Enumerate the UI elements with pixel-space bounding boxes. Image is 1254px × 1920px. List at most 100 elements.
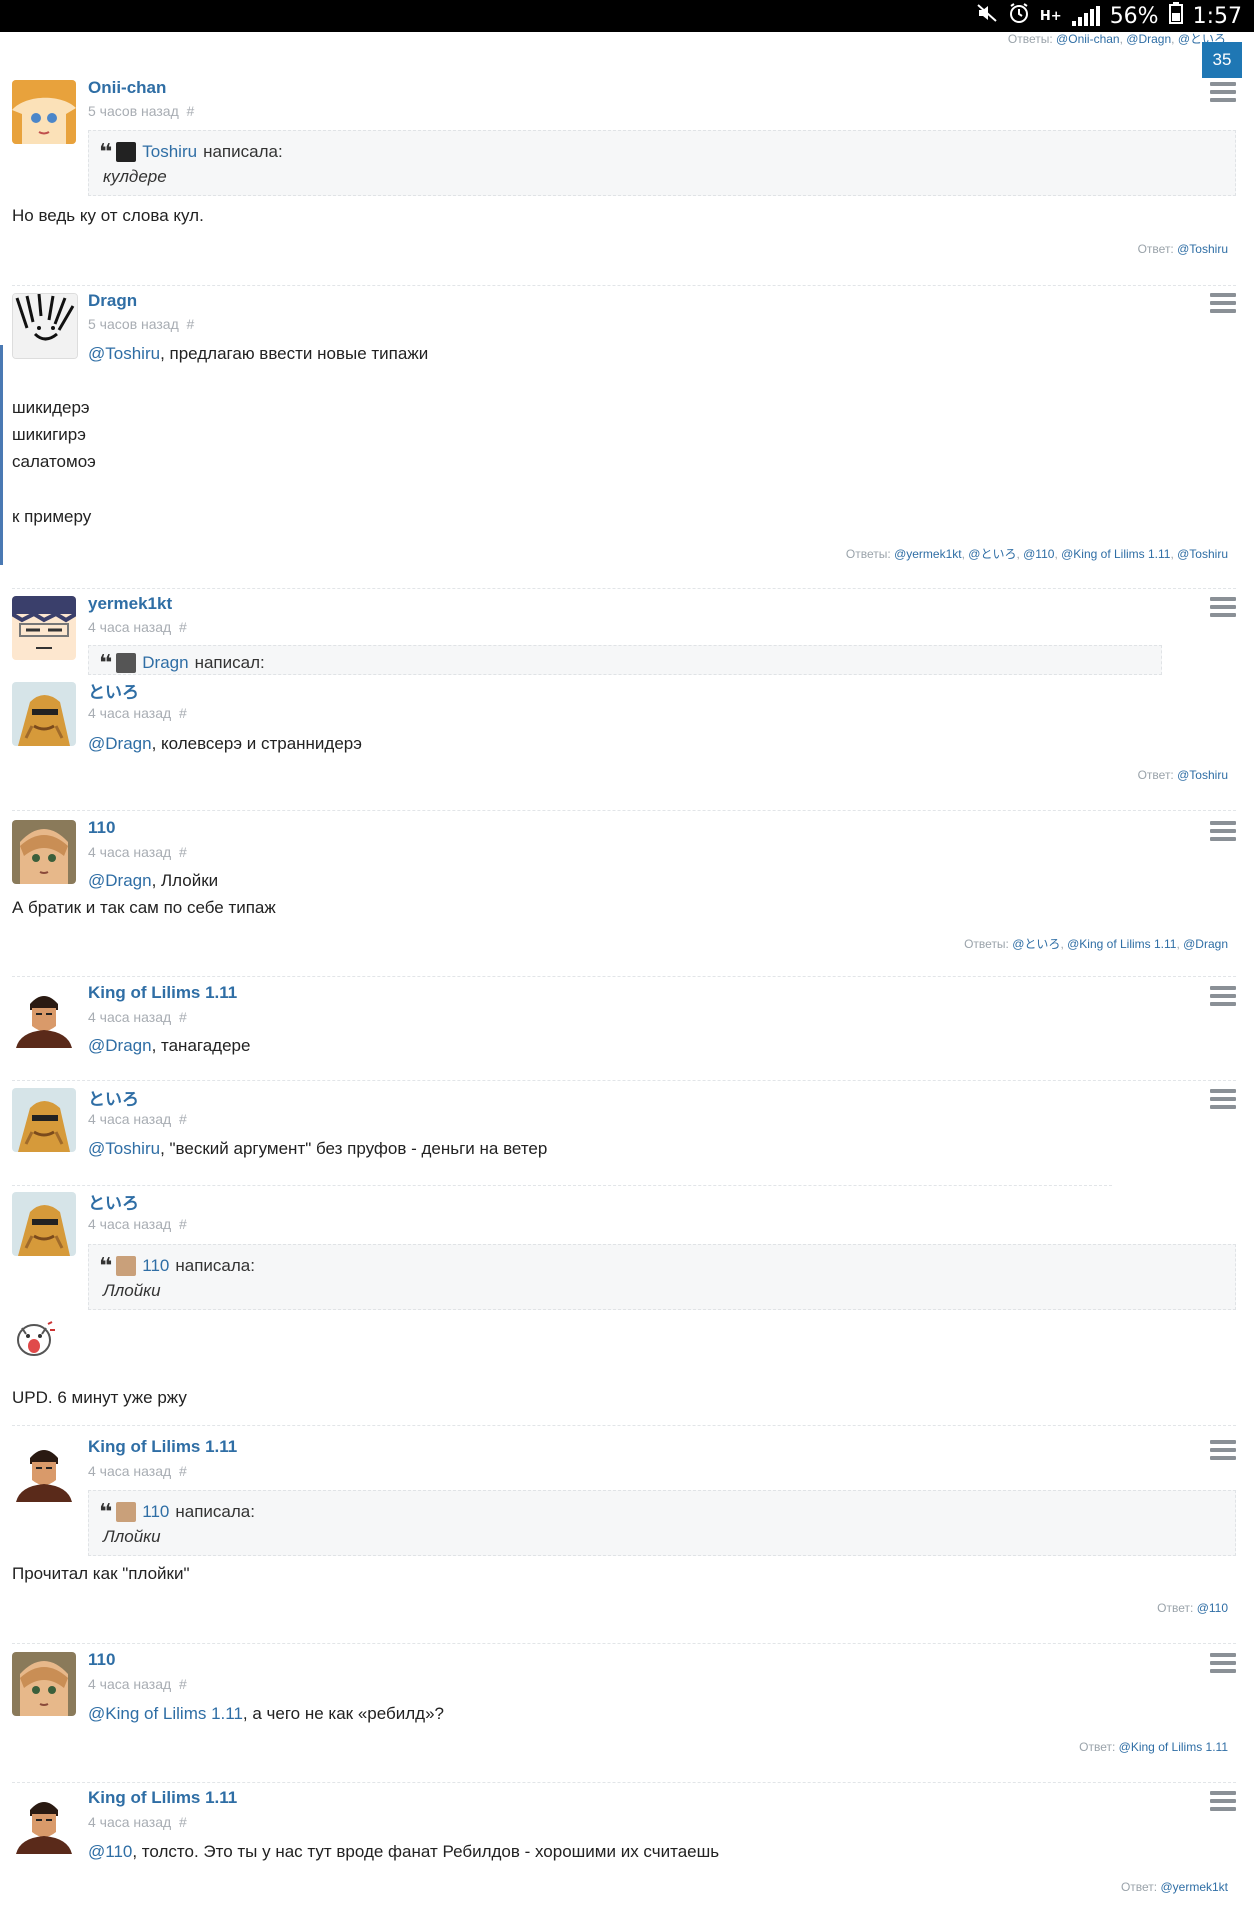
avatar[interactable]	[12, 80, 76, 144]
comment-line: к примеру	[12, 507, 92, 526]
author-name[interactable]: Onii-chan	[88, 78, 166, 98]
post-menu-icon[interactable]	[1210, 1089, 1236, 1109]
post-menu-icon[interactable]	[1210, 1653, 1236, 1673]
quote-author[interactable]: 110	[142, 1502, 169, 1522]
reply-link[interactable]: @Onii-chan	[1056, 32, 1120, 46]
page-badge[interactable]: 35	[1202, 42, 1242, 78]
quote-icon: ❛❛	[99, 139, 112, 164]
reply-link[interactable]: @110	[1023, 547, 1054, 561]
permalink[interactable]: #	[179, 844, 187, 860]
author-name[interactable]: King of Lilims 1.11	[88, 983, 237, 1003]
comment-text: @Dragn, Ллойки	[88, 871, 219, 890]
mention-link[interactable]: @King of Lilims 1.11	[88, 1704, 243, 1723]
comment-line: салатомоэ	[12, 452, 96, 471]
mention-link[interactable]: @110	[88, 1842, 132, 1861]
post-menu-icon[interactable]	[1210, 82, 1236, 102]
post-time: 4 часа назад #	[88, 1676, 187, 1692]
post-time: 4 часа назад #	[88, 1111, 187, 1127]
post-menu-icon[interactable]	[1210, 1440, 1236, 1460]
comment-text: @Dragn, танагадере	[88, 1036, 251, 1055]
mention-link[interactable]: @Dragn	[88, 871, 152, 890]
permalink[interactable]: #	[179, 1463, 187, 1479]
reply-line: Ответ: @Toshiru	[1137, 768, 1228, 782]
reply-link[interactable]: @Toshiru	[1177, 547, 1228, 561]
avatar[interactable]	[12, 984, 76, 1048]
avatar[interactable]	[12, 1088, 76, 1152]
mute-icon	[976, 3, 998, 29]
quote-author[interactable]: Toshiru	[142, 142, 197, 162]
post-time: 4 часа назад #	[88, 1216, 187, 1232]
mention-link[interactable]: @Dragn	[88, 734, 152, 753]
avatar[interactable]	[12, 820, 76, 884]
permalink[interactable]: #	[187, 316, 195, 332]
reply-link[interactable]: @yermek1kt	[1160, 1880, 1228, 1894]
reply-line: Ответы: @といろ, @King of Lilims 1.11, @Dra…	[964, 937, 1228, 951]
avatar[interactable]	[12, 1438, 76, 1502]
quote-block: ❛❛ 110 написала: Ллойки	[88, 1490, 1236, 1556]
reply-link[interactable]: @といろ	[1012, 937, 1060, 951]
reply-link[interactable]: @といろ	[968, 547, 1016, 561]
post-menu-icon[interactable]	[1210, 597, 1236, 617]
avatar[interactable]	[12, 1192, 76, 1256]
reply-link[interactable]: @Dragn	[1183, 937, 1228, 951]
post-menu-icon[interactable]	[1210, 986, 1236, 1006]
comment-text: @Dragn, колевсерэ и страннидерэ	[88, 734, 362, 753]
battery-percent: 56%	[1109, 3, 1159, 29]
author-name[interactable]: といろ	[88, 678, 139, 703]
avatar[interactable]	[12, 682, 76, 746]
quote-icon: ❛❛	[99, 650, 112, 675]
post-menu-icon[interactable]	[1210, 293, 1236, 313]
avatar[interactable]	[12, 1652, 76, 1716]
permalink[interactable]: #	[179, 619, 187, 635]
permalink[interactable]: #	[179, 1814, 187, 1830]
mention-link[interactable]: @Dragn	[88, 1036, 152, 1055]
sticker-icon	[12, 1316, 56, 1360]
quote-block: ❛❛ Toshiru написала: кулдере	[88, 130, 1236, 196]
reply-line: Ответ: @King of Lilims 1.11	[1079, 1740, 1228, 1754]
reply-link[interactable]: @King of Lilims 1.11	[1067, 937, 1176, 951]
permalink[interactable]: #	[179, 1009, 187, 1025]
author-name[interactable]: 110	[88, 1650, 115, 1670]
avatar[interactable]	[12, 596, 76, 660]
reply-link[interactable]: @Toshiru	[1177, 242, 1228, 256]
reply-link[interactable]: @Toshiru	[1177, 768, 1228, 782]
author-name[interactable]: 110	[88, 818, 115, 838]
mention-link[interactable]: @Toshiru	[88, 344, 160, 363]
avatar[interactable]	[12, 1790, 76, 1854]
permalink[interactable]: #	[179, 1676, 187, 1692]
permalink[interactable]: #	[187, 103, 195, 119]
mention-link[interactable]: @Toshiru	[88, 1139, 160, 1158]
author-name[interactable]: King of Lilims 1.11	[88, 1437, 237, 1457]
quote-author[interactable]: Dragn	[142, 653, 188, 673]
author-name[interactable]: といろ	[88, 1085, 139, 1110]
reply-link[interactable]: @King of Lilims 1.11	[1061, 547, 1170, 561]
comment-text: Прочитал как "плойки"	[12, 1564, 190, 1583]
reply-link[interactable]: @110	[1197, 1601, 1228, 1615]
battery-icon	[1168, 2, 1183, 30]
reply-link[interactable]: @King of Lilims 1.11	[1119, 1740, 1228, 1754]
reply-link[interactable]: @Dragn	[1126, 32, 1171, 46]
permalink[interactable]: #	[179, 1216, 187, 1232]
author-name[interactable]: King of Lilims 1.11	[88, 1788, 237, 1808]
post-time: 5 часов назад #	[88, 103, 195, 119]
post-menu-icon[interactable]	[1210, 821, 1236, 841]
alarm-icon	[1008, 2, 1030, 30]
quote-icon: ❛❛	[99, 1253, 112, 1278]
quote-author[interactable]: 110	[142, 1256, 169, 1276]
comment-text: @Toshiru, предлагаю ввести новые типажи	[88, 344, 429, 363]
author-name[interactable]: といろ	[88, 1189, 139, 1214]
quote-avatar	[116, 653, 137, 673]
post-menu-icon[interactable]	[1210, 1791, 1236, 1811]
permalink[interactable]: #	[179, 1111, 187, 1127]
quote-avatar	[116, 1502, 137, 1522]
top-replies: Ответы: @Onii-chan, @Dragn, @といろ	[1007, 32, 1226, 46]
author-name[interactable]: yermek1kt	[88, 594, 172, 614]
post-time: 4 часа назад #	[88, 705, 187, 721]
reply-link[interactable]: @yermek1kt	[894, 547, 962, 561]
comment-text: @110, толсто. Это ты у нас тут вроде фан…	[88, 1842, 720, 1861]
permalink[interactable]: #	[179, 705, 187, 721]
avatar[interactable]	[12, 293, 78, 359]
comment-line: шикигирэ	[12, 425, 86, 444]
author-name[interactable]: Dragn	[88, 291, 137, 311]
comment-text: Но ведь ку от слова кул.	[12, 206, 204, 225]
